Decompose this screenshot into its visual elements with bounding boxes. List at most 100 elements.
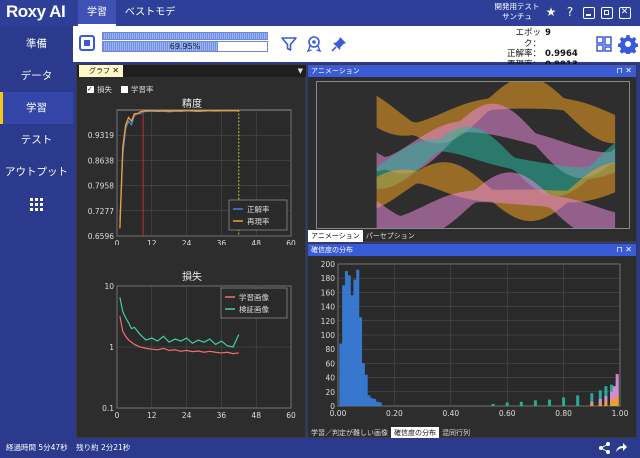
layout-icon[interactable] [595, 35, 613, 53]
forward-icon[interactable] [616, 443, 627, 452]
user-info[interactable]: 開発用テスト サンチュ [482, 2, 552, 22]
histogram-bar [342, 285, 346, 406]
histogram-bar [576, 395, 580, 406]
epoch-progress-bar [102, 32, 268, 40]
legend-label: 正解率 [247, 204, 270, 214]
histogram-bar [367, 395, 371, 406]
close-button[interactable]: ✕ [619, 7, 631, 19]
x-tick-label: 1.00 [612, 409, 629, 418]
nav-output[interactable]: アウトプット [0, 156, 73, 188]
graph-tab-bar: グラフ ✕ ▼ [77, 65, 306, 77]
subtab-animation[interactable]: アニメーション [308, 230, 363, 242]
x-tick-label: 48 [251, 239, 261, 245]
x-tick-label: 12 [147, 239, 157, 245]
minimize-button[interactable] [583, 7, 595, 19]
y-tick-label: 80 [325, 345, 335, 354]
close-icon[interactable]: ✕ [625, 245, 632, 254]
share-icon[interactable] [599, 442, 610, 454]
pin-icon[interactable]: ⊓ [617, 245, 623, 254]
apps-grid-icon[interactable] [30, 198, 44, 212]
legend-label: 検証画像 [239, 304, 269, 314]
app-window: Roxy AI 学習 ベストモデル 開発用テスト サンチュ ★ ? ✕ 準備 デ… [0, 0, 640, 458]
graph-tab[interactable]: グラフ ✕ [79, 65, 123, 77]
y-tick-label: 0.1 [102, 404, 114, 413]
y-tick-label: 0.7277 [88, 207, 114, 216]
loss-checkbox[interactable]: 損失 [87, 84, 112, 95]
title-bar: Roxy AI 学習 ベストモデル 開発用テスト サンチュ ★ ? ✕ [0, 0, 640, 44]
y-tick-label: 0.7958 [88, 182, 114, 191]
checkbox-unchecked-icon [121, 86, 128, 93]
chevron-down-icon[interactable]: ▼ [298, 67, 303, 75]
y-tick-label: 40 [325, 374, 335, 383]
loss-chart: 0 12 24 36 48 60 10 1 0.1 学習画像検証画像 [102, 282, 296, 420]
subtab-perception[interactable]: パーセプション [363, 230, 418, 242]
histogram-bar [375, 401, 379, 406]
graph-tab-label: グラフ [89, 67, 110, 75]
nav-test[interactable]: テスト [0, 124, 73, 156]
precision-label: 正解率： [506, 49, 541, 59]
toolbar: 69.95% エポック：9 正解率：0.9964 再現率：0.9913 [73, 26, 640, 70]
y-tick-label: 140 [321, 303, 336, 312]
star-icon[interactable]: ★ [544, 5, 558, 19]
histogram-bar [598, 403, 602, 406]
distribution-header: 確信度の分布 ⊓ ✕ [308, 244, 636, 256]
close-icon[interactable]: ✕ [625, 66, 632, 75]
model-badge-icon[interactable] [305, 35, 323, 53]
histogram-bar [615, 396, 619, 406]
elapsed-time: 経過時間 5分47秒 [6, 443, 68, 452]
y-tick-label: 60 [325, 359, 335, 368]
legend-label: 学習画像 [239, 292, 269, 302]
checkbox-checked-icon [87, 84, 94, 94]
histogram-bar [604, 401, 608, 406]
histogram-bar [491, 403, 495, 406]
close-icon[interactable]: ✕ [112, 65, 119, 77]
stop-button[interactable] [79, 35, 95, 51]
epoch-label: エポック： [515, 28, 541, 49]
x-tick-label: 0.20 [386, 409, 403, 418]
user-org: 開発用テスト [494, 2, 540, 11]
help-icon[interactable]: ? [563, 5, 577, 19]
tab-learning[interactable]: 学習 [78, 0, 116, 26]
y-tick-label: 20 [325, 388, 335, 397]
histogram-bar [533, 400, 537, 406]
x-tick-label: 0.40 [442, 409, 459, 418]
histogram-bar [356, 269, 360, 406]
histogram-bar [612, 398, 616, 406]
tab-best-model[interactable]: ベストモデル [124, 0, 176, 44]
histogram-bar [373, 398, 377, 406]
x-tick-label: 0.80 [555, 409, 572, 418]
user-name: サンチュ [502, 12, 532, 21]
histogram-bar [610, 400, 614, 406]
nav-prepare[interactable]: 準備 [0, 28, 73, 60]
histogram-bar [519, 401, 523, 406]
nav-data[interactable]: データ [0, 60, 73, 92]
pin-icon[interactable] [330, 35, 348, 53]
histogram-bar [361, 363, 365, 406]
y-tick-label: 10 [104, 282, 114, 291]
status-bar: 経過時間 5分47秒 残り約 2分21秒 [0, 438, 640, 458]
left-navigation: 準備 データ 学習 テスト アウトプット [0, 26, 73, 438]
graph-panel: グラフ ✕ ▼ 損失 学習率 精度 012243648600.65960.727… [76, 64, 306, 438]
x-tick-label: 60 [286, 411, 296, 420]
x-tick-label: 48 [251, 411, 261, 420]
pin-icon[interactable]: ⊓ [617, 66, 623, 75]
x-tick-label: 0 [115, 411, 120, 420]
y-tick-label: 120 [321, 317, 336, 326]
progress-percent: 69.95% [169, 42, 201, 51]
histogram-bar [370, 398, 374, 406]
gear-icon[interactable] [618, 34, 638, 54]
epoch-value: 9 [545, 28, 551, 38]
learning-rate-checkbox[interactable]: 学習率 [121, 85, 154, 95]
total-progress-bar: 69.95% [102, 41, 268, 52]
animation-subtabs: アニメーション パーセプション [308, 230, 418, 242]
precision-value: 0.9964 [545, 49, 578, 59]
animation-header-label: アニメーション [311, 67, 360, 75]
y-tick-label: 0 [330, 402, 335, 411]
maximize-button[interactable] [601, 7, 613, 19]
filter-icon[interactable] [280, 35, 298, 53]
y-tick-label: 0.8638 [88, 156, 114, 165]
y-tick-label: 0.6596 [88, 232, 114, 241]
x-tick-label: 0.60 [499, 409, 516, 418]
histogram-bar [353, 279, 357, 406]
nav-learning[interactable]: 学習 [0, 92, 73, 124]
